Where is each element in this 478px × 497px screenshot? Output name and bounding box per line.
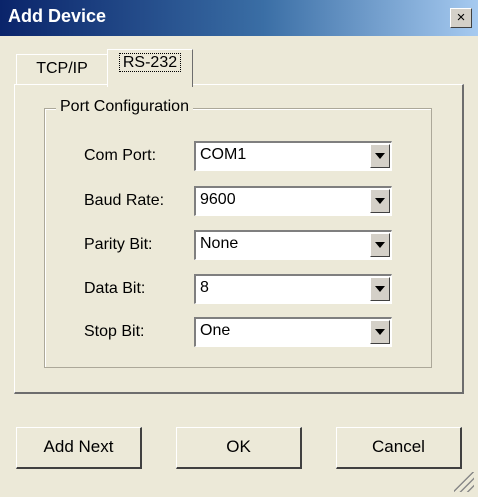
data-bit-select[interactable]: 8 [194, 274, 392, 304]
parity-bit-label: Parity Bit: [84, 236, 153, 253]
tab-rs232-label: RS-232 [118, 53, 182, 72]
tab-tcpip-label: TCP/IP [36, 60, 88, 77]
add-next-button[interactable]: Add Next [16, 427, 142, 469]
stop-bit-value: One [200, 322, 231, 339]
data-bit-value: 8 [200, 279, 209, 296]
com-port-value: COM1 [200, 146, 247, 163]
com-port-select[interactable]: COM1 [194, 141, 392, 171]
chevron-down-icon[interactable] [370, 144, 390, 168]
chevron-down-icon[interactable] [370, 320, 390, 344]
window-title: Add Device [8, 6, 107, 26]
baud-rate-value: 9600 [200, 191, 236, 208]
chevron-down-icon[interactable] [370, 189, 390, 213]
stop-bit-select[interactable]: One [194, 317, 392, 347]
close-icon: × [456, 9, 466, 26]
title-bar: Add Device × [0, 0, 478, 36]
cancel-button[interactable]: Cancel [336, 427, 462, 469]
tab-rs232[interactable]: RS-232 [107, 49, 193, 87]
resize-grip-icon[interactable] [454, 472, 474, 492]
parity-bit-value: None [200, 235, 239, 252]
baud-rate-label: Baud Rate: [84, 192, 165, 209]
com-port-label: Com Port: [84, 147, 157, 164]
baud-rate-select[interactable]: 9600 [194, 186, 392, 216]
parity-bit-select[interactable]: None [194, 230, 392, 260]
stop-bit-label: Stop Bit: [84, 323, 145, 340]
data-bit-label: Data Bit: [84, 280, 146, 297]
close-button[interactable]: × [450, 8, 472, 28]
chevron-down-icon[interactable] [370, 233, 390, 257]
port-configuration-title: Port Configuration [56, 98, 193, 116]
tab-tcpip[interactable]: TCP/IP [16, 54, 108, 84]
chevron-down-icon[interactable] [370, 277, 390, 301]
ok-button[interactable]: OK [176, 427, 302, 469]
add-device-dialog: Add Device × TCP/IP RS-232 Port Configur… [0, 0, 478, 497]
